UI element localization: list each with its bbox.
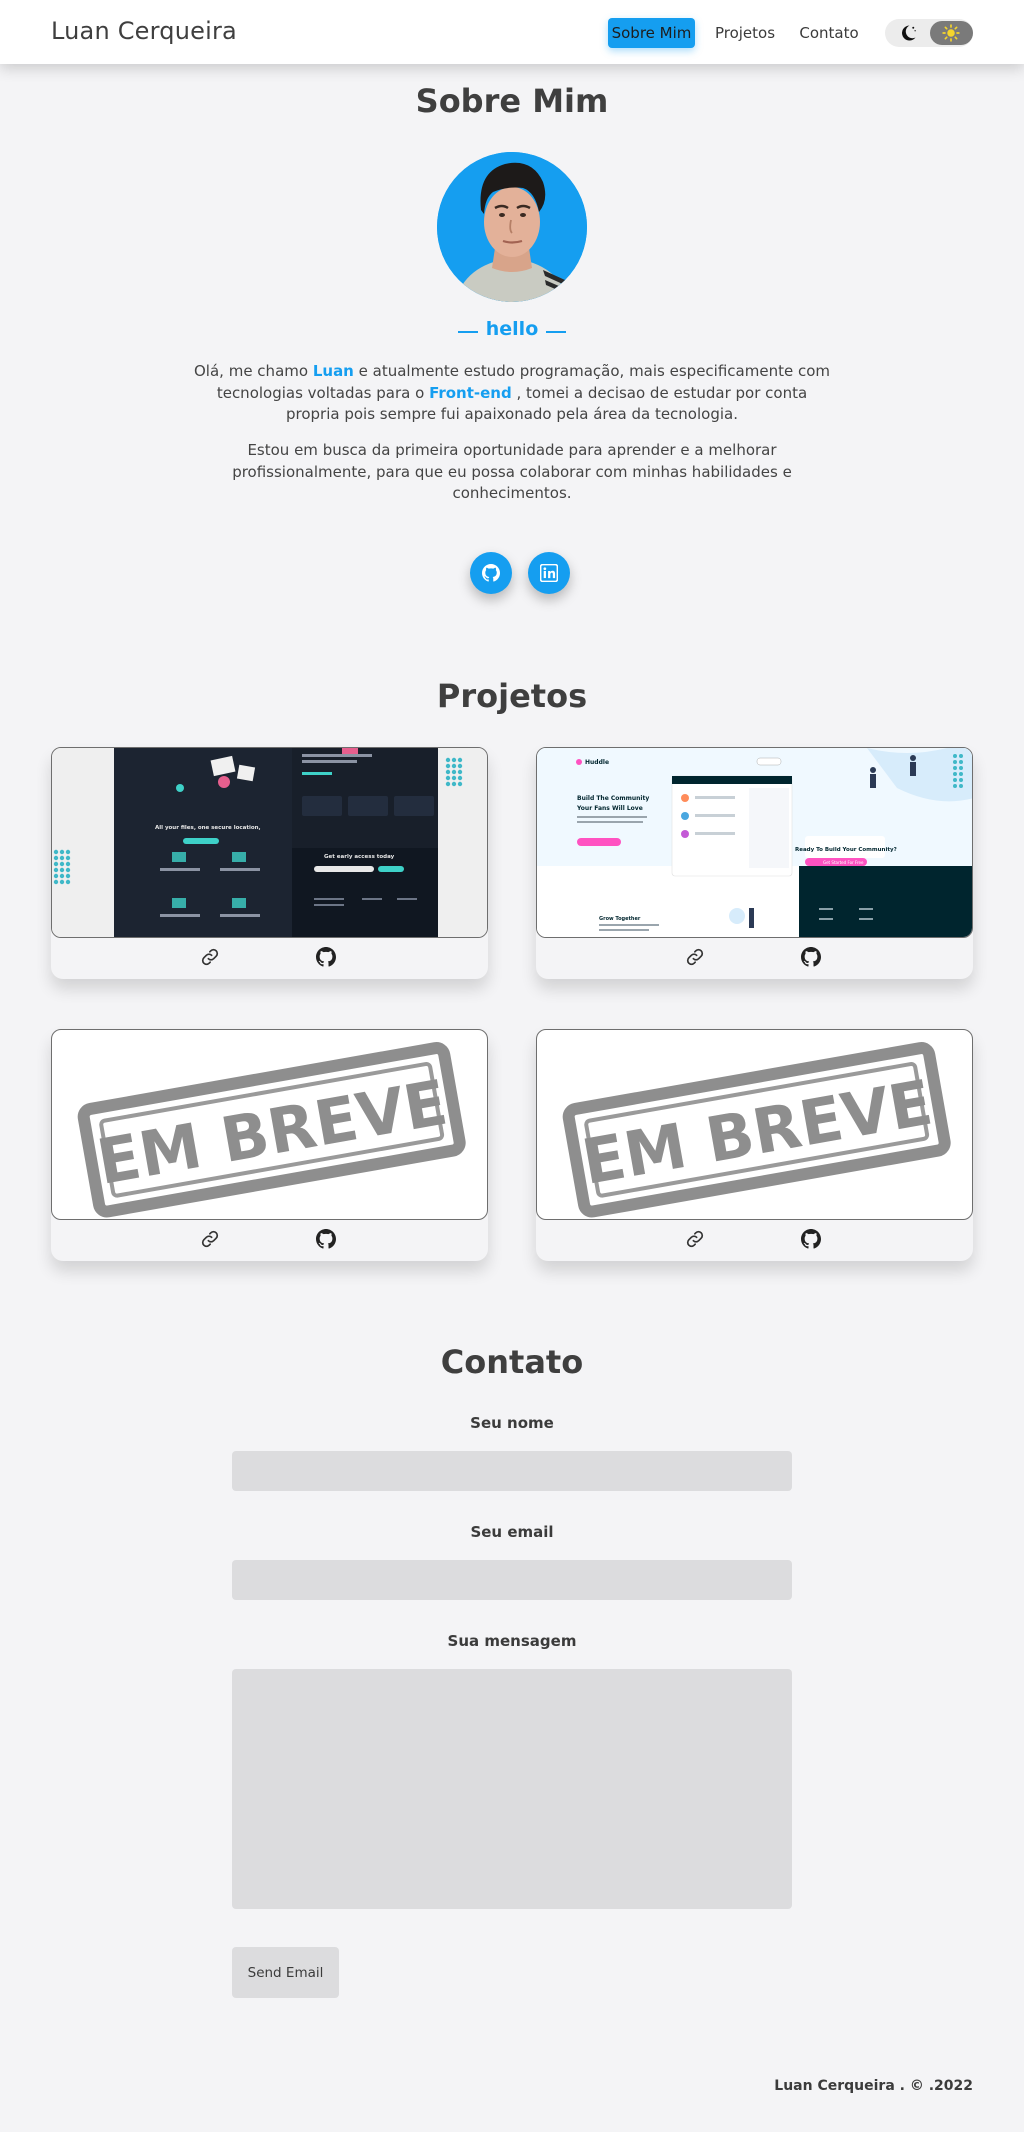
project-preview-dark: Get early access today All your files, o… — [52, 748, 487, 937]
greeting-text: hello — [485, 318, 539, 340]
linkedin-icon — [540, 564, 558, 582]
project-card: EM BREVE — [536, 1029, 973, 1261]
project-card: EM BREVE — [51, 1029, 488, 1261]
preview-brand: Huddle — [585, 759, 609, 766]
project-preview-light: Huddle Build The Community Your Fans Wil… — [537, 748, 972, 937]
preview-hero-title: Build The Community — [577, 795, 649, 802]
highlight-front-end: Front-end — [429, 383, 512, 402]
avatar — [437, 152, 587, 302]
project-thumbnail[interactable]: Get early access today All your files, o… — [51, 747, 488, 938]
moon-icon — [902, 25, 916, 41]
email-label: Seu email — [470, 1523, 554, 1541]
project-card: Get early access today All your files, o… — [51, 747, 488, 979]
email-field[interactable] — [232, 1560, 792, 1600]
intro-text: Olá, me chamo — [194, 362, 313, 380]
preview-subheading: Grow Together — [599, 916, 641, 922]
preview-hero-text: All your files, one secure location, — [155, 825, 261, 831]
project-thumbnail[interactable]: EM BREVE — [51, 1029, 488, 1220]
about-paragraph-intro: Olá, me chamo Luan e atualmente estudo p… — [192, 361, 832, 426]
name-field[interactable] — [232, 1451, 792, 1491]
github-icon[interactable] — [316, 947, 336, 967]
github-icon[interactable] — [316, 1229, 336, 1249]
nav-link-sobre-mim[interactable]: Sobre Mim — [608, 18, 695, 48]
footer-copyright: Luan Cerqueira . © .2022 — [774, 2078, 973, 2094]
nav-link-projetos[interactable]: Projetos — [712, 18, 778, 48]
preview-cta-button: Get Started For Free — [823, 860, 864, 865]
name-label: Seu nome — [470, 1414, 554, 1432]
project-card: Huddle Build The Community Your Fans Wil… — [536, 747, 973, 979]
brand-name[interactable]: Luan Cerqueira — [51, 17, 237, 45]
github-icon[interactable] — [801, 947, 821, 967]
projects-title: Projetos — [436, 677, 588, 715]
greeting: hello — [0, 318, 1024, 346]
message-field[interactable] — [232, 1669, 792, 1909]
github-button[interactable] — [470, 552, 512, 594]
link-icon[interactable] — [200, 947, 220, 967]
message-label: Sua mensagem — [447, 1632, 577, 1650]
project-thumbnail[interactable]: Huddle Build The Community Your Fans Wil… — [536, 747, 973, 938]
about-title: Sobre Mim — [415, 82, 609, 120]
link-icon[interactable] — [685, 1229, 705, 1249]
preview-cta-title: Get early access today — [324, 854, 395, 860]
highlight-name: Luan — [312, 362, 354, 380]
about-paragraph-goals: Estou em busca da primeira oportunidade … — [232, 441, 792, 502]
send-email-button[interactable]: Send Email — [232, 1947, 339, 1998]
navbar: Luan Cerqueira Sobre Mim Projetos Contat… — [0, 0, 1024, 64]
sun-icon — [942, 24, 960, 42]
contact-title: Contato — [440, 1343, 584, 1381]
link-icon[interactable] — [685, 947, 705, 967]
project-thumbnail[interactable]: EM BREVE — [536, 1029, 973, 1220]
preview-cta-title: Ready To Build Your Community? — [795, 847, 897, 853]
theme-toggle-knob — [930, 21, 973, 45]
theme-toggle[interactable] — [885, 19, 973, 47]
coming-soon-stamp: EM BREVE — [562, 1042, 951, 1218]
github-icon — [482, 564, 500, 582]
link-icon[interactable] — [200, 1229, 220, 1249]
preview-hero-title-2: Your Fans Will Love — [576, 805, 643, 812]
github-icon[interactable] — [801, 1229, 821, 1249]
greeting-line-right — [546, 331, 566, 333]
coming-soon-stamp: EM BREVE — [77, 1042, 466, 1218]
linkedin-button[interactable] — [528, 552, 570, 594]
profile-photo — [437, 152, 587, 302]
nav-link-contato[interactable]: Contato — [795, 18, 863, 48]
